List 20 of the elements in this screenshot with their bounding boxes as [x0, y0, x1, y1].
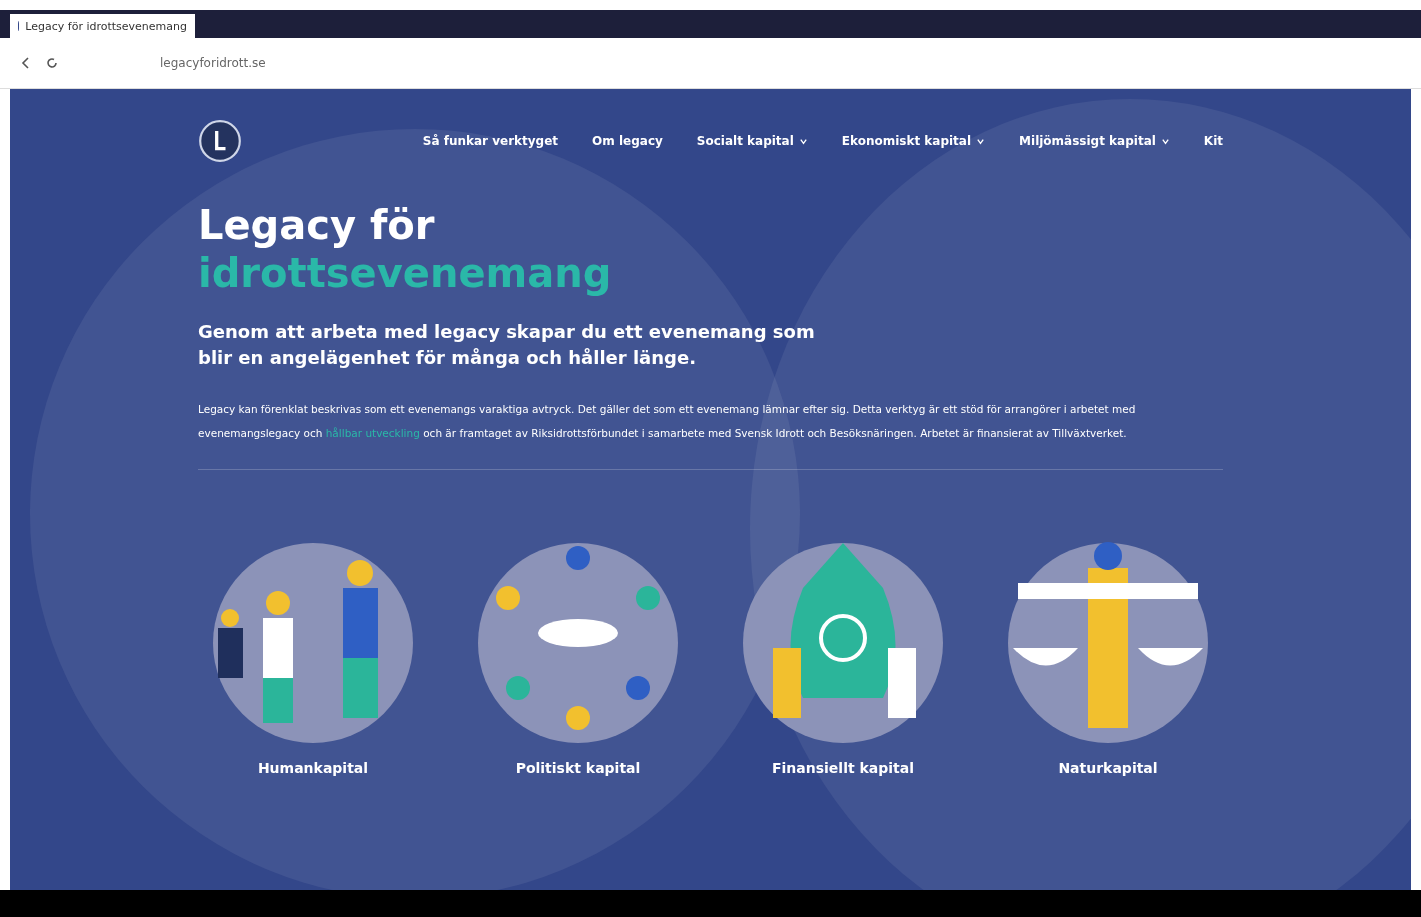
category-label[interactable]: Finansiellt kapital [771, 760, 915, 776]
chevron-icon [1160, 136, 1170, 146]
nav-link[interactable]: Ekonomiskt kapital [841, 134, 986, 148]
nav-link[interactable]: Kit [1203, 134, 1223, 148]
reload-icon[interactable] [44, 55, 60, 71]
intro-paragraph: Legacy kan förenklat beskrivas som ett evenemangs varaktiga avtryck. Det gäller det som ett evenemang lämnar efter sig. Detta verktyg är ett stöd för arrangörer i arbetet med evenemangslegacy och hållbar utveckling och är framtaget av Riksidrottsförbundet i samarbete med Svensk Idrott och Besöksnäringen. Arbetet är finansierat av Tillväxtverket. [198, 402, 1137, 441]
page-heading: Legacy för idrottsevenemang [198, 201, 613, 297]
chevron-icon [976, 136, 986, 146]
nav-link[interactable]: Miljömässigt kapital [1019, 134, 1170, 148]
browser-tab[interactable]: Legacy för idrottsevenemang [10, 14, 195, 38]
logo-icon[interactable] [198, 119, 242, 163]
nav-link[interactable]: Om legacy [592, 134, 663, 148]
nav-link[interactable]: Socialt kapital [696, 134, 808, 148]
category-label[interactable]: Politiskt kapital [515, 760, 641, 776]
address-field[interactable]: legacyforidrott.se [150, 52, 276, 74]
category-label[interactable]: Naturkapital [1058, 760, 1158, 776]
nav-link[interactable]: Så funkar verktyget [422, 134, 559, 148]
lead-text: Genom att arbeta med legacy skapar du ett evenemang som blir en angelägenhet för många och håller länge. [198, 320, 816, 370]
chevron-icon [798, 136, 808, 146]
category-label[interactable]: Humankapital [257, 760, 369, 776]
